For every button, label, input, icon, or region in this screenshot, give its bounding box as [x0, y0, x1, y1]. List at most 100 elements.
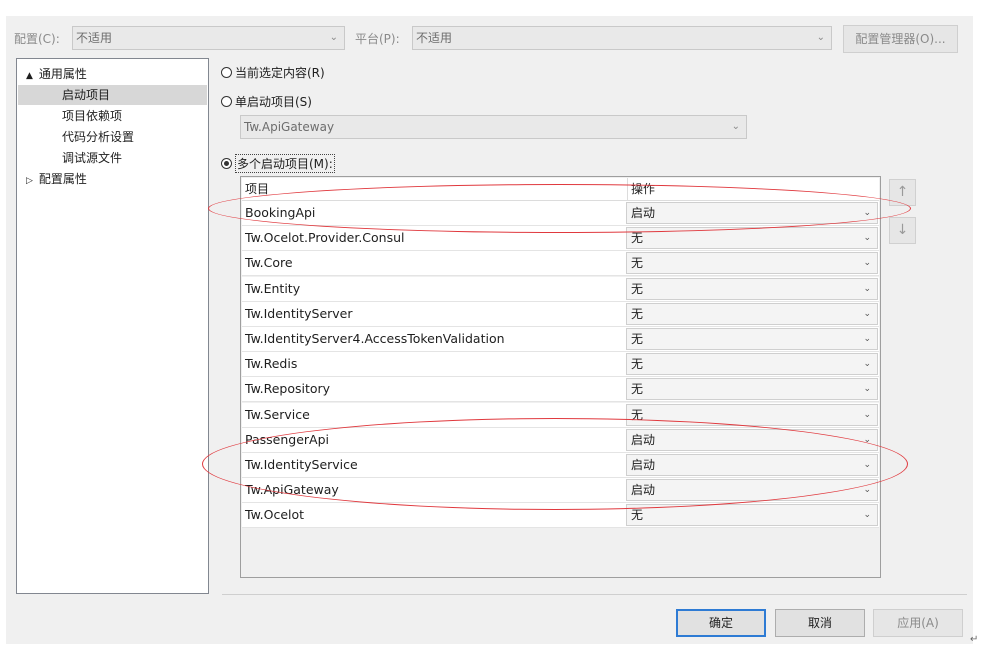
- project-name: Tw.Core: [245, 255, 293, 271]
- ok-button[interactable]: 确定: [676, 609, 766, 637]
- cancel-button[interactable]: 取消: [775, 609, 865, 637]
- chevron-down-icon: ⌄: [863, 384, 871, 395]
- project-name: PassengerApi: [245, 431, 329, 447]
- action-value: 无: [631, 231, 644, 246]
- table-row[interactable]: Tw.Repository 无 ⌄: [242, 377, 879, 403]
- action-dropdown[interactable]: 无 ⌄: [626, 403, 878, 426]
- table-row[interactable]: Tw.ApiGateway 启动 ⌄: [242, 478, 879, 504]
- move-up-button[interactable]: ↑: [889, 179, 916, 206]
- action-value: 启动: [631, 483, 656, 498]
- action-value: 无: [631, 256, 644, 271]
- radio-circle-icon[interactable]: [221, 67, 232, 78]
- radio-label: 多个启动项目(M):: [235, 154, 335, 173]
- project-name: Tw.Ocelot: [245, 507, 305, 523]
- action-dropdown[interactable]: 启动 ⌄: [626, 202, 878, 224]
- action-dropdown[interactable]: 无 ⌄: [626, 277, 878, 300]
- single-project-value: Tw.ApiGateway: [244, 120, 335, 134]
- table-row[interactable]: Tw.IdentityService 启动 ⌄: [242, 453, 879, 478]
- single-project-dropdown[interactable]: Tw.ApiGateway ⌄: [240, 115, 747, 139]
- tree-item-project-dependencies[interactable]: 项目依赖项: [62, 106, 122, 126]
- project-name: Tw.Ocelot.Provider.Consul: [245, 230, 405, 246]
- return-mark-icon: ↵: [970, 634, 979, 645]
- table-row[interactable]: Tw.Redis 无 ⌄: [242, 352, 879, 378]
- action-value: 无: [631, 407, 644, 422]
- action-dropdown[interactable]: 无 ⌄: [626, 328, 878, 350]
- table-row[interactable]: Tw.Entity 无 ⌄: [242, 276, 879, 302]
- tree-item-code-analysis[interactable]: 代码分析设置: [62, 127, 134, 147]
- chevron-down-icon: ⌄: [863, 485, 871, 496]
- radio-current-selection[interactable]: 当前选定内容(R): [221, 64, 325, 81]
- table-row[interactable]: PassengerApi 启动 ⌄: [242, 427, 879, 453]
- column-header-action[interactable]: 操作: [627, 178, 655, 200]
- chevron-down-icon: ⌄: [863, 233, 871, 244]
- radio-selected-icon[interactable]: [221, 158, 232, 169]
- tree-item-debug-source-files[interactable]: 调试源文件: [62, 148, 122, 168]
- action-dropdown[interactable]: 无 ⌄: [626, 353, 878, 376]
- table-row[interactable]: Tw.IdentityServer 无 ⌄: [242, 301, 879, 327]
- action-value: 启动: [631, 458, 656, 472]
- config-label: 配置(C):: [14, 32, 60, 46]
- tree-item-startup-project[interactable]: 启动项目: [18, 85, 207, 105]
- action-value: 无: [631, 281, 644, 296]
- config-dropdown[interactable]: 不适用 ⌄: [72, 26, 345, 50]
- radio-label: 单启动项目(S): [235, 95, 312, 109]
- project-name: Tw.IdentityServer4.AccessTokenValidation: [245, 331, 505, 346]
- project-name: Tw.Entity: [245, 280, 301, 296]
- chevron-down-icon: ⌄: [863, 334, 871, 344]
- radio-circle-icon[interactable]: [221, 96, 232, 107]
- table-row[interactable]: Tw.Ocelot.Provider.Consul 无 ⌄: [242, 226, 879, 252]
- radio-single-startup[interactable]: 单启动项目(S): [221, 93, 312, 110]
- move-down-button[interactable]: ↓: [889, 217, 916, 244]
- chevron-down-icon: ⌄: [863, 409, 871, 420]
- action-dropdown[interactable]: 启动 ⌄: [626, 479, 878, 502]
- chevron-down-icon: ⌄: [863, 283, 871, 294]
- project-name: Tw.IdentityService: [245, 457, 358, 472]
- tree-item-common-properties[interactable]: ▲ 通用属性: [26, 64, 87, 84]
- arrow-up-icon: ↑: [896, 184, 909, 200]
- chevron-down-icon: ⌄: [863, 359, 871, 370]
- action-dropdown[interactable]: 无 ⌄: [626, 227, 878, 250]
- action-value: 无: [631, 508, 644, 523]
- chevron-down-icon: ⌄: [863, 258, 871, 269]
- action-value: 无: [631, 357, 644, 372]
- action-value: 无: [631, 306, 644, 321]
- platform-label: 平台(P):: [355, 32, 400, 46]
- project-name: BookingApi: [245, 205, 316, 220]
- collapse-icon[interactable]: ▷: [26, 176, 33, 186]
- tree-item-label: 启动项目: [62, 88, 111, 102]
- chevron-down-icon: ⌄: [863, 208, 871, 218]
- project-name: Tw.ApiGateway: [245, 482, 339, 498]
- action-dropdown[interactable]: 无 ⌄: [626, 504, 878, 527]
- arrow-down-icon: ↓: [896, 222, 909, 238]
- property-tree[interactable]: ▲ 通用属性 启动项目 项目依赖项 代码分析设置 调试源文件 ▷ 配置属性: [16, 58, 209, 594]
- table-row[interactable]: Tw.Service 无 ⌄: [242, 402, 879, 428]
- action-value: 启动: [631, 206, 656, 220]
- project-name: Tw.Redis: [245, 356, 298, 372]
- table-row[interactable]: Tw.IdentityServer4.AccessTokenValidation…: [242, 327, 879, 352]
- table-row[interactable]: BookingApi 启动 ⌄: [242, 201, 879, 226]
- config-value: 不适用: [76, 31, 113, 45]
- action-value: 无: [631, 332, 644, 346]
- radio-multiple-startup[interactable]: 多个启动项目(M):: [221, 154, 335, 173]
- action-dropdown[interactable]: 无 ⌄: [626, 378, 878, 401]
- config-manager-button[interactable]: 配置管理器(O)...: [843, 25, 958, 53]
- chevron-down-icon: ⌄: [731, 121, 740, 132]
- action-value: 启动: [631, 432, 656, 447]
- table-row[interactable]: Tw.Core 无 ⌄: [242, 251, 879, 277]
- expand-icon[interactable]: ▲: [26, 71, 33, 81]
- action-dropdown[interactable]: 无 ⌄: [626, 252, 878, 275]
- radio-label: 当前选定内容(R): [235, 66, 325, 80]
- column-header-project[interactable]: 项目: [245, 178, 269, 200]
- table-row[interactable]: Tw.Ocelot 无 ⌄: [242, 503, 879, 529]
- tree-item-config-properties[interactable]: ▷ 配置属性: [26, 169, 87, 189]
- platform-dropdown[interactable]: 不适用 ⌄: [412, 26, 832, 50]
- tree-item-label: 通用属性: [38, 67, 87, 81]
- startup-projects-grid[interactable]: 项目 操作 BookingApi 启动 ⌄ Tw.Ocelot.Provider.Co…: [240, 176, 881, 578]
- action-dropdown[interactable]: 无 ⌄: [626, 302, 878, 325]
- tree-item-label: 代码分析设置: [62, 130, 135, 144]
- apply-button[interactable]: 应用(A): [873, 609, 963, 637]
- chevron-down-icon: ⌄: [863, 460, 871, 470]
- action-dropdown[interactable]: 启动 ⌄: [626, 454, 878, 476]
- chevron-down-icon: ⌄: [863, 510, 871, 521]
- action-dropdown[interactable]: 启动 ⌄: [626, 428, 878, 451]
